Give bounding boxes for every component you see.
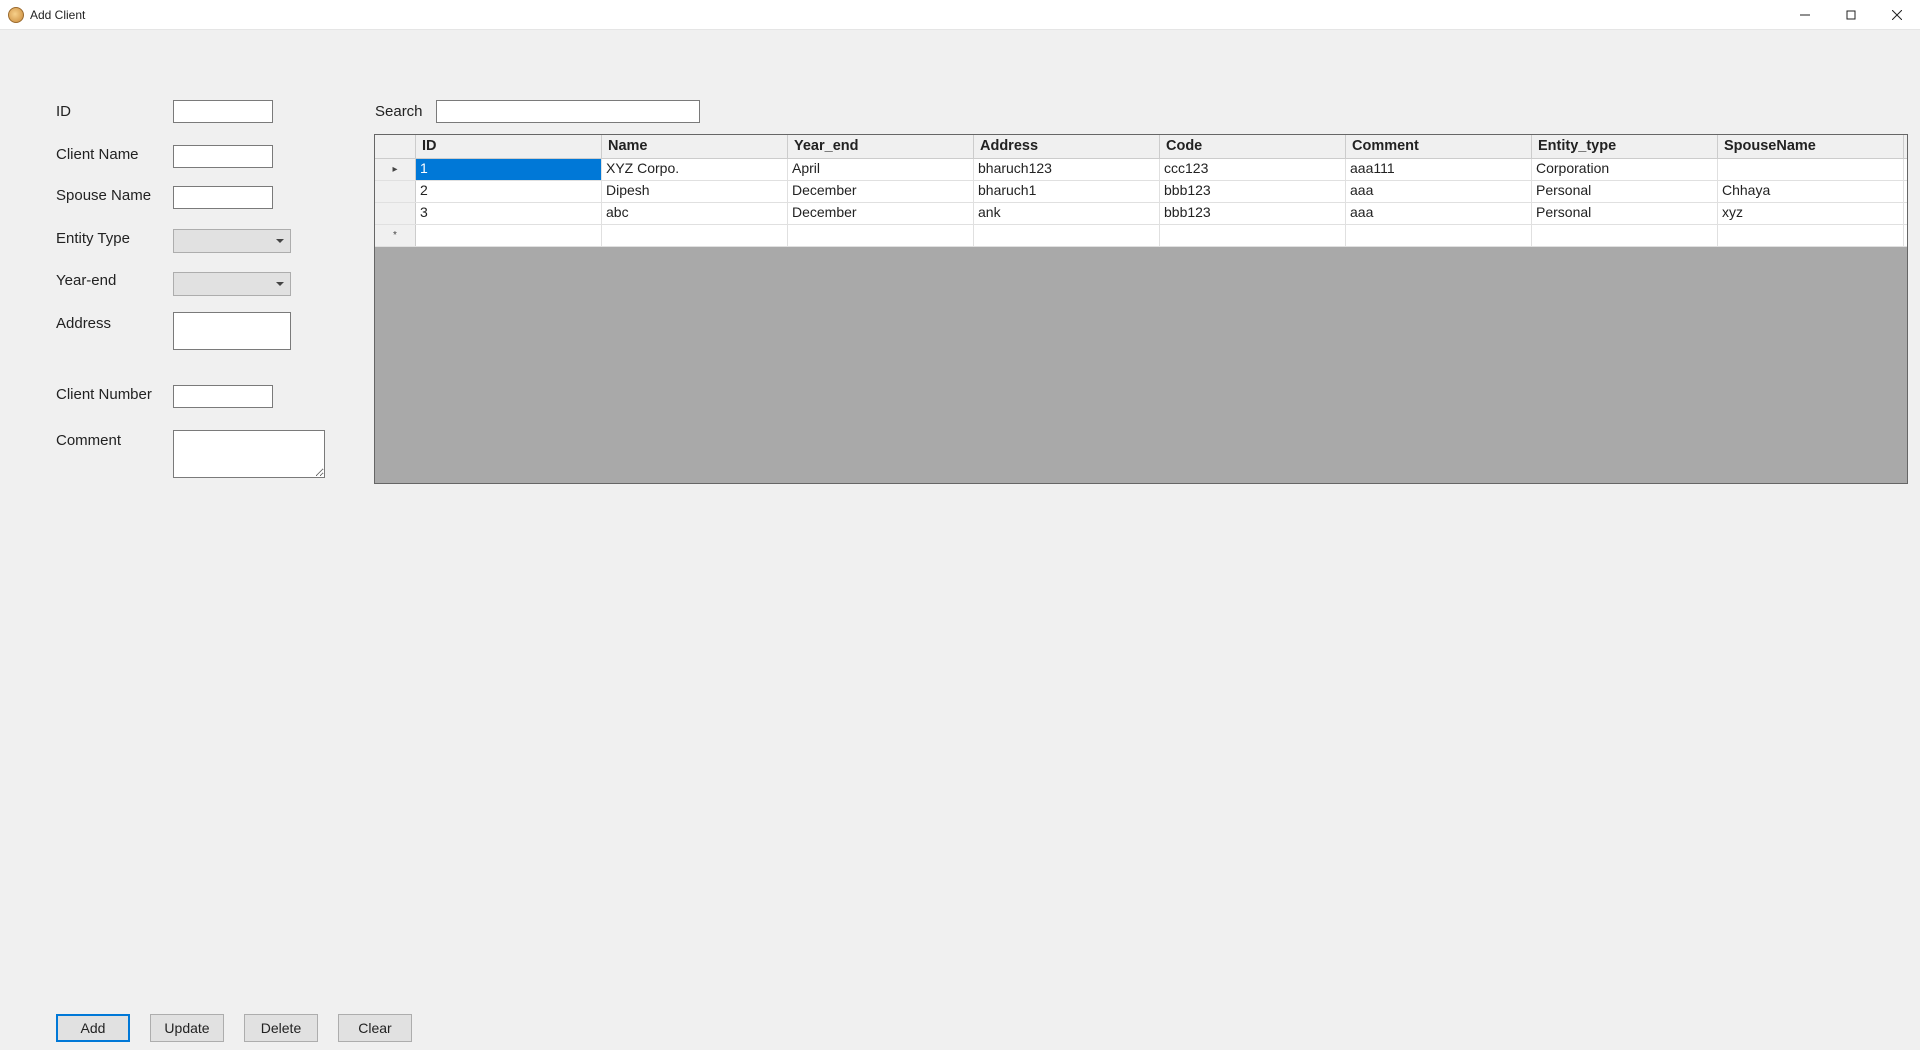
- label-comment: Comment: [56, 432, 121, 449]
- add-button[interactable]: Add: [56, 1014, 130, 1042]
- col-header-spouse-name[interactable]: SpouseName: [1718, 135, 1904, 158]
- cell-address[interactable]: ank: [974, 203, 1160, 224]
- cell-id[interactable]: 3: [416, 203, 602, 224]
- year-end-select[interactable]: [173, 272, 291, 296]
- row-indicator[interactable]: [375, 181, 416, 202]
- col-header-address[interactable]: Address: [974, 135, 1160, 158]
- maximize-button[interactable]: [1828, 0, 1874, 30]
- cell-id[interactable]: [416, 225, 602, 246]
- grid-corner[interactable]: [375, 135, 416, 158]
- cell-year-end[interactable]: December: [788, 203, 974, 224]
- cell-year-end[interactable]: December: [788, 181, 974, 202]
- label-client-name: Client Name: [56, 146, 139, 163]
- cell-name[interactable]: [602, 225, 788, 246]
- cell-entity-type[interactable]: Corporation: [1532, 159, 1718, 180]
- app-icon: [8, 7, 24, 23]
- client-area: ID Client Name Spouse Name Entity Type Y…: [0, 30, 1920, 1050]
- address-input[interactable]: [173, 312, 291, 350]
- cell-code[interactable]: bbb123: [1160, 203, 1346, 224]
- label-address: Address: [56, 315, 111, 332]
- grid-new-row[interactable]: *: [375, 225, 1907, 247]
- col-header-comment[interactable]: Comment: [1346, 135, 1532, 158]
- col-header-name[interactable]: Name: [602, 135, 788, 158]
- entity-type-select[interactable]: [173, 229, 291, 253]
- close-icon: [1892, 10, 1902, 20]
- cell-spouse-name[interactable]: [1718, 159, 1904, 180]
- comment-input[interactable]: [173, 430, 325, 478]
- label-client-number: Client Number: [56, 386, 152, 403]
- cell-name[interactable]: XYZ Corpo.: [602, 159, 788, 180]
- cell-address[interactable]: bharuch1: [974, 181, 1160, 202]
- col-header-code[interactable]: Code: [1160, 135, 1346, 158]
- cell-spouse-name[interactable]: [1718, 225, 1904, 246]
- cell-id[interactable]: 1: [416, 159, 602, 180]
- cell-address[interactable]: bharuch123: [974, 159, 1160, 180]
- cell-entity-type[interactable]: Personal: [1532, 181, 1718, 202]
- client-number-input[interactable]: [173, 385, 273, 408]
- cell-spouse-name[interactable]: xyz: [1718, 203, 1904, 224]
- label-id: ID: [56, 103, 71, 120]
- client-name-input[interactable]: [173, 145, 273, 168]
- cell-year-end[interactable]: April: [788, 159, 974, 180]
- row-indicator[interactable]: [375, 203, 416, 224]
- maximize-icon: [1846, 10, 1856, 20]
- label-search: Search: [375, 103, 423, 120]
- spouse-name-input[interactable]: [173, 186, 273, 209]
- clear-button[interactable]: Clear: [338, 1014, 412, 1042]
- cell-name[interactable]: Dipesh: [602, 181, 788, 202]
- close-button[interactable]: [1874, 0, 1920, 30]
- cell-comment[interactable]: aaa: [1346, 181, 1532, 202]
- window-title: Add Client: [30, 8, 85, 22]
- search-input[interactable]: [436, 100, 700, 123]
- cell-code[interactable]: [1160, 225, 1346, 246]
- delete-button[interactable]: Delete: [244, 1014, 318, 1042]
- col-header-year-end[interactable]: Year_end: [788, 135, 974, 158]
- row-indicator-new[interactable]: *: [375, 225, 416, 246]
- label-spouse-name: Spouse Name: [56, 187, 151, 204]
- cell-address[interactable]: [974, 225, 1160, 246]
- minimize-icon: [1800, 10, 1810, 20]
- title-bar: Add Client: [0, 0, 1920, 30]
- cell-id[interactable]: 2: [416, 181, 602, 202]
- minimize-button[interactable]: [1782, 0, 1828, 30]
- cell-entity-type[interactable]: Personal: [1532, 203, 1718, 224]
- cell-comment[interactable]: aaa111: [1346, 159, 1532, 180]
- col-header-entity-type[interactable]: Entity_type: [1532, 135, 1718, 158]
- row-indicator-current[interactable]: ▸: [375, 159, 416, 180]
- grid-row[interactable]: 3 abc December ank bbb123 aaa Personal x…: [375, 203, 1907, 225]
- client-grid[interactable]: ID Name Year_end Address Code Comment En…: [374, 134, 1908, 484]
- cell-entity-type[interactable]: [1532, 225, 1718, 246]
- cell-code[interactable]: ccc123: [1160, 159, 1346, 180]
- id-input[interactable]: [173, 100, 273, 123]
- grid-row[interactable]: 2 Dipesh December bharuch1 bbb123 aaa Pe…: [375, 181, 1907, 203]
- label-entity-type: Entity Type: [56, 230, 130, 247]
- cell-name[interactable]: abc: [602, 203, 788, 224]
- cell-comment[interactable]: [1346, 225, 1532, 246]
- cell-comment[interactable]: aaa: [1346, 203, 1532, 224]
- update-button[interactable]: Update: [150, 1014, 224, 1042]
- cell-year-end[interactable]: [788, 225, 974, 246]
- col-header-id[interactable]: ID: [416, 135, 602, 158]
- grid-header-row: ID Name Year_end Address Code Comment En…: [375, 135, 1907, 159]
- window-controls: [1782, 0, 1920, 30]
- cell-code[interactable]: bbb123: [1160, 181, 1346, 202]
- label-year-end: Year-end: [56, 272, 116, 289]
- cell-spouse-name[interactable]: Chhaya: [1718, 181, 1904, 202]
- grid-row[interactable]: ▸ 1 XYZ Corpo. April bharuch123 ccc123 a…: [375, 159, 1907, 181]
